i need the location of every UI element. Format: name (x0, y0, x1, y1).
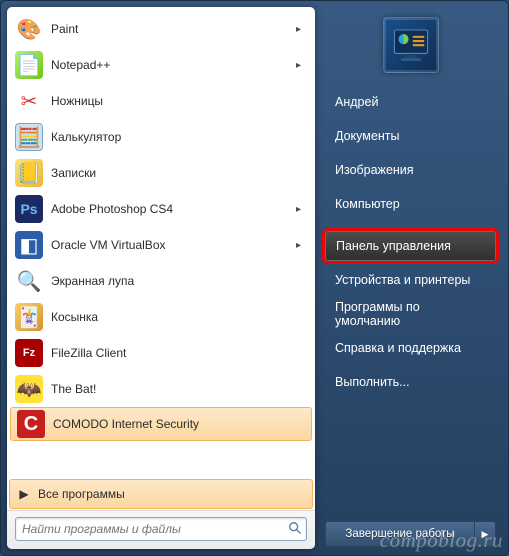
system-item-label: Изображения (335, 163, 414, 177)
system-item-pictures[interactable]: Изображения (325, 155, 496, 185)
calculator-icon: 🧮 (15, 123, 43, 151)
paint-icon: 🎨 (15, 15, 43, 43)
program-item[interactable]: Ps Adobe Photoshop CS4▸ (9, 191, 313, 227)
program-item[interactable]: 🔍 Экранная лупа (9, 263, 313, 299)
submenu-arrow-icon: ▸ (296, 24, 307, 35)
program-label: Косынка (51, 310, 307, 324)
all-programs-button[interactable]: ▶ Все программы (9, 479, 313, 509)
shutdown-label: Завершение работы (345, 528, 454, 540)
system-item-label: Панель управления (336, 239, 451, 253)
submenu-arrow-icon: ▸ (296, 204, 307, 215)
system-item-label: Справка и поддержка (335, 341, 461, 355)
separator (325, 223, 496, 231)
program-label: Oracle VM VirtualBox (51, 238, 296, 252)
program-item[interactable]: 🃏 Косынка (9, 299, 313, 335)
start-menu-left-panel: 🎨Paint▸📄Notepad++▸✂Ножницы🧮Калькулятор📒З… (7, 7, 315, 549)
system-item-computer[interactable]: Компьютер (325, 189, 496, 219)
search-row (7, 510, 315, 549)
sticky-notes-icon: 📒 (15, 159, 43, 187)
program-item[interactable]: 📄 Notepad++▸ (9, 47, 313, 83)
user-picture-frame[interactable] (383, 17, 439, 73)
program-item[interactable]: 🦇 The Bat! (9, 371, 313, 407)
solitaire-icon: 🃏 (15, 303, 43, 331)
system-item-devices-printers[interactable]: Устройства и принтеры (325, 265, 496, 295)
program-list: 🎨Paint▸📄Notepad++▸✂Ножницы🧮Калькулятор📒З… (7, 7, 315, 478)
start-menu: 🎨Paint▸📄Notepad++▸✂Ножницы🧮Калькулятор📒З… (0, 0, 509, 556)
filezilla-icon: Fz (15, 339, 43, 367)
shutdown-button[interactable]: Завершение работы (325, 521, 474, 547)
photoshop-icon: Ps (15, 195, 43, 223)
program-item[interactable]: 🎨 Paint▸ (9, 11, 313, 47)
system-item-label: Андрей (335, 95, 378, 109)
thebat-icon: 🦇 (15, 375, 43, 403)
program-label: Adobe Photoshop CS4 (51, 202, 296, 216)
search-input[interactable] (16, 522, 284, 536)
system-item-label: Документы (335, 129, 399, 143)
program-item[interactable]: 🧮 Калькулятор (9, 119, 313, 155)
system-folders-list: Андрей Документы Изображения Компьютер Панел… (325, 87, 496, 521)
system-item-help-support[interactable]: Справка и поддержка (325, 333, 496, 363)
triangle-right-icon: ▶ (482, 529, 489, 540)
program-label: Экранная лупа (51, 274, 307, 288)
system-item-label: Программы по умолчанию (335, 300, 486, 328)
program-item[interactable]: C COMODO Internet Security (10, 407, 312, 441)
program-item[interactable]: ✂ Ножницы (9, 83, 313, 119)
program-label: Записки (51, 166, 307, 180)
notepad-plus-plus-icon: 📄 (15, 51, 43, 79)
start-menu-right-panel: Андрей Документы Изображения Компьютер Панел… (315, 1, 508, 555)
system-item-documents[interactable]: Документы (325, 121, 496, 151)
system-item-label: Выполнить... (335, 375, 410, 389)
scissors-icon: ✂ (15, 87, 43, 115)
submenu-arrow-icon: ▸ (296, 240, 307, 251)
system-item-user-name[interactable]: Андрей (325, 87, 496, 117)
program-label: COMODO Internet Security (53, 417, 305, 431)
program-label: Калькулятор (51, 130, 307, 144)
program-item[interactable]: ◧ Oracle VM VirtualBox▸ (9, 227, 313, 263)
magnifier-icon: 🔍 (15, 267, 43, 295)
system-item-label: Устройства и принтеры (335, 273, 470, 287)
virtualbox-icon: ◧ (15, 231, 43, 259)
system-item-control-panel[interactable]: Панель управления (325, 231, 496, 261)
system-item-default-programs[interactable]: Программы по умолчанию (325, 299, 496, 329)
comodo-icon: C (17, 410, 45, 438)
program-label: Paint (51, 22, 296, 36)
system-item-run[interactable]: Выполнить... (325, 367, 496, 397)
submenu-arrow-icon: ▸ (296, 60, 307, 71)
search-icon (284, 521, 306, 538)
search-box[interactable] (15, 517, 307, 541)
program-label: The Bat! (51, 382, 307, 396)
program-label: FileZilla Client (51, 346, 307, 360)
shutdown-row: Завершение работы ▶ (325, 521, 496, 547)
program-label: Ножницы (51, 94, 307, 108)
program-item[interactable]: Fz FileZilla Client (9, 335, 313, 371)
triangle-right-icon: ▶ (10, 487, 38, 501)
all-programs-label: Все программы (38, 487, 312, 501)
program-item[interactable]: 📒 Записки (9, 155, 313, 191)
shutdown-options-button[interactable]: ▶ (474, 521, 496, 547)
system-item-label: Компьютер (335, 197, 400, 211)
control-panel-monitor-icon (391, 25, 431, 65)
program-label: Notepad++ (51, 58, 296, 72)
